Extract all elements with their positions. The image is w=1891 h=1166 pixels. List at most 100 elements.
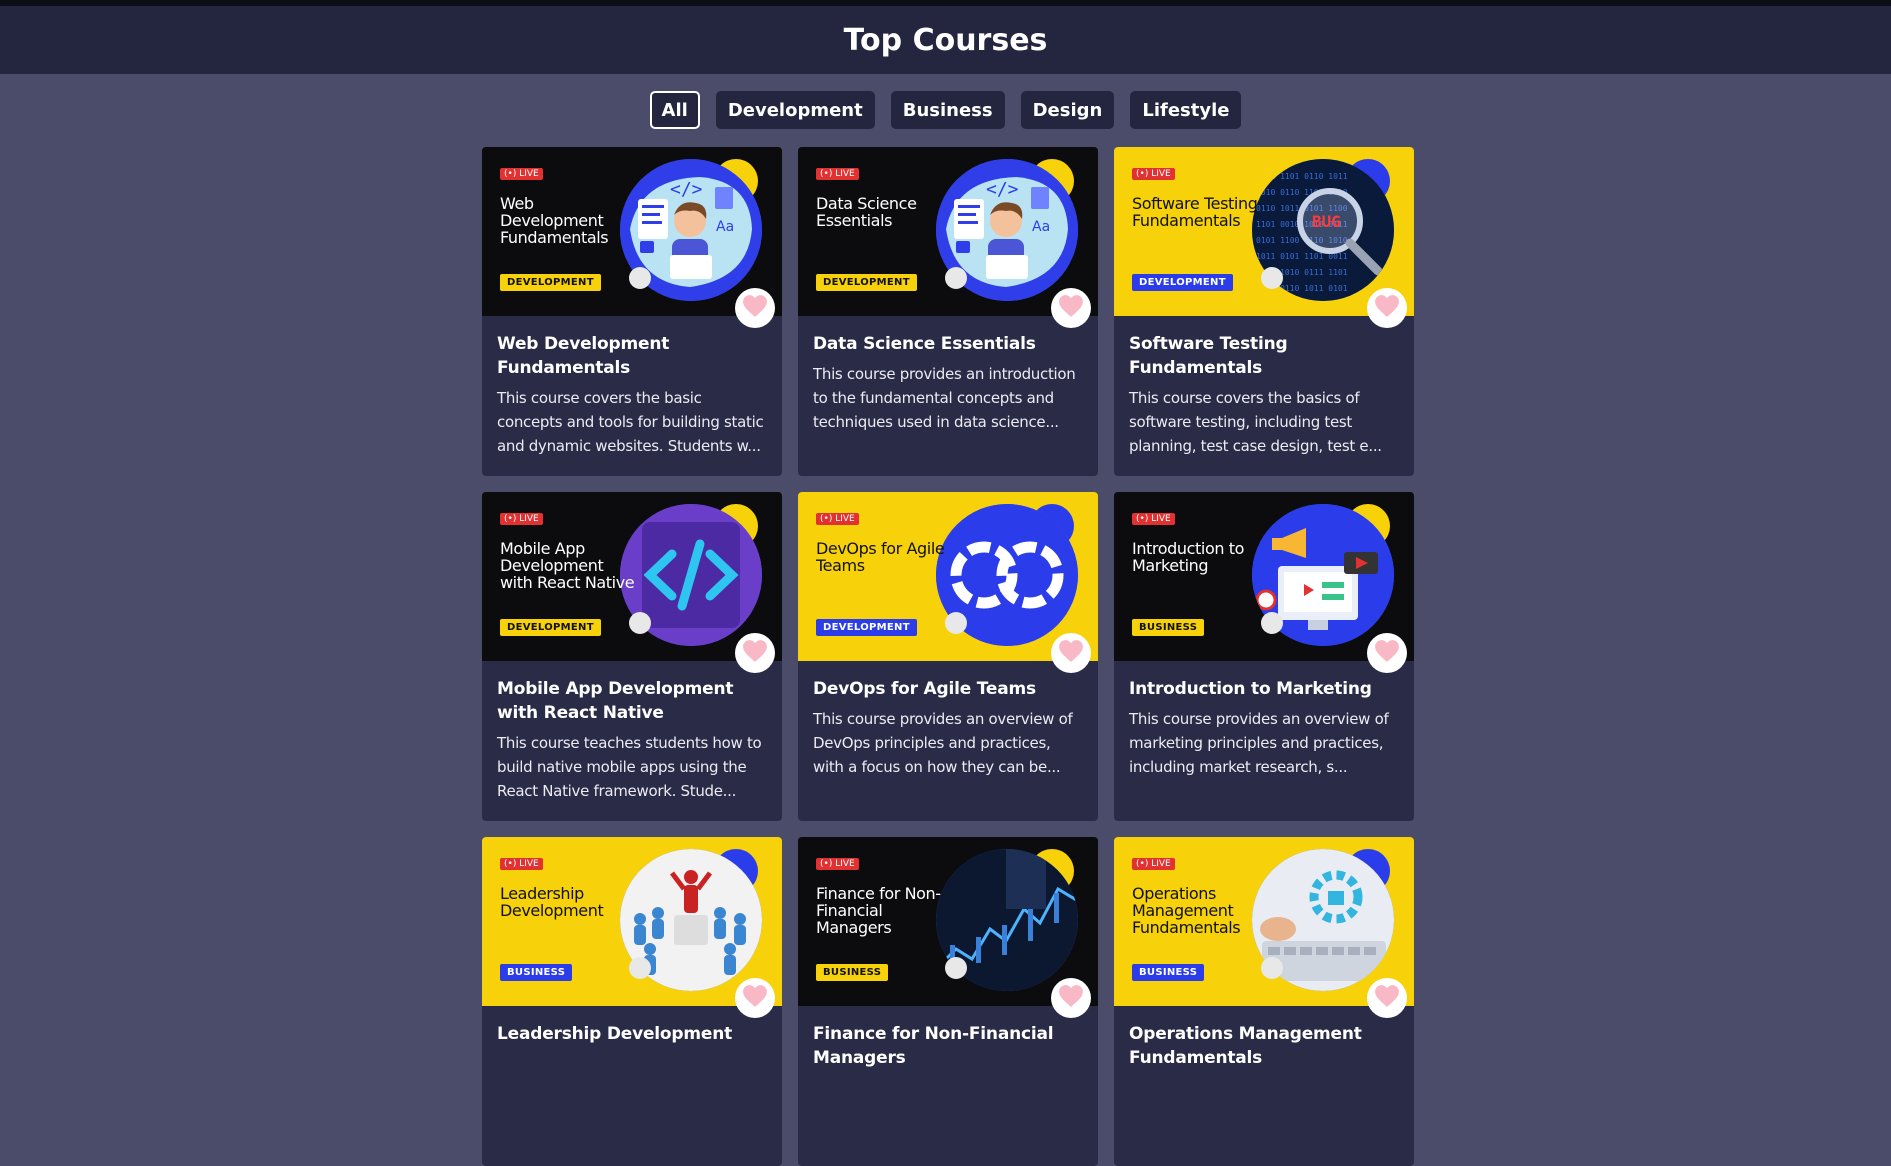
decor-dot [629,267,651,289]
course-description: This course teaches students how to buil… [497,734,762,800]
course-description: This course provides an introduction to … [813,365,1076,431]
category-tag: DEVELOPMENT [500,619,601,636]
page-title: Top Courses [843,22,1048,58]
decor-dot [1261,612,1283,634]
svg-text:Aa: Aa [1032,219,1050,235]
course-title[interactable]: Leadership Development [497,1022,767,1046]
course-grid: </> Aa (•) LIVE Web Development Fundament… [482,147,1414,1166]
live-badge: (•) LIVE [1132,168,1175,180]
course-thumbnail: (•) LIVE Operations Management Fundament… [1114,837,1414,1006]
filter-business[interactable]: Business [890,91,1005,129]
thumbnail-title: Data Science Essentials [816,194,917,230]
course-title[interactable]: Operations Management Fundamentals [1129,1022,1399,1070]
course-title[interactable]: Mobile App Development with React Native [497,677,767,725]
category-tag: BUSINESS [1132,964,1205,981]
live-badge: (•) LIVE [1132,513,1175,525]
course-card[interactable]: 0101 1101 0110 1011 1010 0110 1101 0010 01… [1114,147,1414,476]
course-title[interactable]: Finance for Non-Financial Managers [813,1022,1083,1070]
course-card[interactable]: </> Aa (•) LIVE Data Science Essentials D… [798,147,1098,476]
favorite-button[interactable] [735,633,775,673]
thumbnail-title: Mobile App Development with React Native [500,539,635,592]
filter-all[interactable]: All [649,91,700,129]
course-thumbnail: (•) LIVE Introduction to Marketing BUSIN… [1114,492,1414,661]
svg-text:Aa: Aa [716,219,734,235]
live-badge: (•) LIVE [500,858,543,870]
course-card[interactable]: (•) LIVE Introduction to Marketing BUSIN… [1114,492,1414,821]
card-body: Leadership Development [482,1006,782,1046]
page-header: Top Courses [0,6,1891,74]
live-badge: (•) LIVE [816,168,859,180]
svg-text:BUG: BUG [1312,212,1341,231]
thumbnail-title: Software Testing Fundamentals [1132,194,1258,230]
filter-design[interactable]: Design [1020,91,1115,129]
course-card[interactable]: (•) LIVE DevOps for Agile Teams DEVELOPM… [798,492,1098,821]
card-body: Data Science Essentials This course prov… [798,316,1098,434]
card-body: Operations Management Fundamentals [1114,1006,1414,1070]
svg-text:</>: </> [986,179,1019,200]
course-description: This course covers the basic concepts an… [497,389,764,455]
favorite-button[interactable] [1367,288,1407,328]
card-body: Web Development Fundamentals This course… [482,316,782,458]
course-thumbnail: </> Aa (•) LIVE Web Development Fundament… [482,147,782,316]
card-body: Introduction to Marketing This course pr… [1114,661,1414,779]
category-tag: DEVELOPMENT [500,274,601,291]
thumbnail-title: Operations Management Fundamentals [1132,884,1241,937]
decor-dot [1261,957,1283,979]
decor-dot [945,267,967,289]
svg-text:0101 1101 0110 1011: 0101 1101 0110 1011 [1256,172,1348,181]
heart-icon [1058,984,1084,1012]
decor-dot [1261,267,1283,289]
category-tag: DEVELOPMENT [816,619,917,636]
thumbnail-title: Finance for Non-Financial Managers [816,884,941,937]
live-badge: (•) LIVE [1132,858,1175,870]
course-title[interactable]: DevOps for Agile Teams [813,677,1083,701]
course-card[interactable]: </> Aa (•) LIVE Web Development Fundament… [482,147,782,476]
decor-dot [945,612,967,634]
card-body: Finance for Non-Financial Managers [798,1006,1098,1070]
favorite-button[interactable] [735,288,775,328]
category-tag: BUSINESS [1132,619,1205,636]
course-thumbnail: (•) LIVE Mobile App Development with Rea… [482,492,782,661]
course-thumbnail: 0101 1101 0110 1011 1010 0110 1101 0010 01… [1114,147,1414,316]
favorite-button[interactable] [735,978,775,1018]
course-card[interactable]: (•) LIVE Finance for Non-Financial Manag… [798,837,1098,1166]
favorite-button[interactable] [1051,633,1091,673]
course-thumbnail: (•) LIVE Leadership Development BUSINESS [482,837,782,1006]
course-thumbnail: </> Aa (•) LIVE Data Science Essentials D… [798,147,1098,316]
heart-icon [1374,639,1400,667]
filter-lifestyle[interactable]: Lifestyle [1130,91,1242,129]
filter-development[interactable]: Development [715,91,875,129]
category-tag: DEVELOPMENT [1132,274,1233,291]
course-title[interactable]: Software Testing Fundamentals [1129,332,1399,380]
card-body: Mobile App Development with React Native… [482,661,782,803]
course-card[interactable]: (•) LIVE Operations Management Fundament… [1114,837,1414,1166]
category-tag: BUSINESS [500,964,573,981]
heart-icon [742,984,768,1012]
card-body: DevOps for Agile Teams This course provi… [798,661,1098,779]
heart-icon [742,639,768,667]
favorite-button[interactable] [1367,633,1407,673]
favorite-button[interactable] [1367,978,1407,1018]
heart-icon [1058,294,1084,322]
decor-dot [945,957,967,979]
course-thumbnail: (•) LIVE Finance for Non-Financial Manag… [798,837,1098,1006]
live-badge: (•) LIVE [500,513,543,525]
thumbnail-title: DevOps for Agile Teams [816,539,945,575]
course-card[interactable]: (•) LIVE Mobile App Development with Rea… [482,492,782,821]
decor-dot [629,612,651,634]
decor-dot [629,957,651,979]
category-tag: BUSINESS [816,964,889,981]
favorite-button[interactable] [1051,288,1091,328]
course-title[interactable]: Introduction to Marketing [1129,677,1399,701]
course-card[interactable]: (•) LIVE Leadership Development BUSINESS… [482,837,782,1166]
thumbnail-title: Leadership Development [500,884,604,920]
favorite-button[interactable] [1051,978,1091,1018]
course-title[interactable]: Web Development Fundamentals [497,332,767,380]
course-thumbnail: (•) LIVE DevOps for Agile Teams DEVELOPM… [798,492,1098,661]
course-title[interactable]: Data Science Essentials [813,332,1083,356]
live-badge: (•) LIVE [816,858,859,870]
heart-icon [1374,984,1400,1012]
card-body: Software Testing Fundamentals This cours… [1114,316,1414,458]
category-filter-bar: All Development Business Design Lifestyl… [0,91,1891,129]
category-tag: DEVELOPMENT [816,274,917,291]
